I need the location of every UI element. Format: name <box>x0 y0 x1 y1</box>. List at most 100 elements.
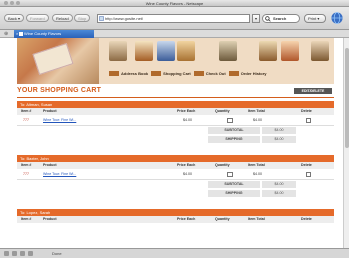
book-icon <box>219 41 237 61</box>
nav-label: Shopping Cart <box>163 70 191 76</box>
delete-checkbox[interactable] <box>306 172 311 177</box>
edit-cart-button[interactable]: EDIT/DELETE <box>294 88 332 94</box>
print-button[interactable]: Print ▾ <box>304 14 326 23</box>
nav-label: Order History <box>240 70 267 76</box>
item-total: $4.00 <box>253 118 262 122</box>
shopping-cart-icon <box>151 70 162 76</box>
col-item: Item # <box>21 217 32 221</box>
subtotal-row: SUBTOTAL $4.00 <box>17 180 334 189</box>
site-nav: Address Book Shopping Cart Check Out Ord… <box>109 70 267 77</box>
window-title: Wine County Flavors - Netscape <box>145 1 204 6</box>
delete-checkbox[interactable] <box>306 118 311 123</box>
recipient-section: To: Lopez, Sarah Item # Product Price Ea… <box>17 209 334 223</box>
fruit-icon <box>281 41 299 61</box>
nav-order-history[interactable]: Order History <box>228 70 267 76</box>
item-number: 777 <box>23 172 29 176</box>
column-header-row: Item # Product Price Each Quantity Item … <box>17 108 334 115</box>
nav-label: Check Out <box>205 70 226 76</box>
table-row: 777 Wine Tour: Fine Wi... $4.00 $4.00 <box>17 169 334 180</box>
vertical-scrollbar[interactable] <box>343 38 349 248</box>
address-icon[interactable] <box>20 251 25 256</box>
site-banner: Address Book Shopping Cart Check Out Ord… <box>17 38 334 84</box>
subtotal-label: SUBTOTAL <box>208 127 260 134</box>
nav-address-book[interactable]: Address Book <box>109 70 148 76</box>
url-text: http://www.gosite.net/ <box>105 16 144 21</box>
subtotal-value: $4.00 <box>262 181 296 188</box>
shipping-value: $4.00 <box>262 136 296 143</box>
composer-icon[interactable] <box>12 251 17 256</box>
check-out-icon <box>193 70 204 76</box>
gift-box-icon <box>259 41 277 61</box>
col-price: Price Each <box>177 109 196 113</box>
tab-bar: ⊕ × Wine County Flavors <box>0 30 349 38</box>
recipient-heading: To: Altman, Susan <box>17 101 334 108</box>
new-tab-icon[interactable]: ⊕ <box>4 30 8 38</box>
url-dropdown-button[interactable]: ▾ <box>252 14 260 23</box>
col-item-total: Item Total <box>248 109 265 113</box>
column-header-row: Item # Product Price Each Quantity Item … <box>17 216 334 223</box>
col-product: Product <box>43 109 57 113</box>
shipping-row: SHIPPING $4.00 <box>17 135 334 144</box>
col-item-total: Item Total <box>248 217 265 221</box>
hamper-icon <box>311 41 329 61</box>
browser-toolbar: Back ▾ Forward Reload Stop http://www.go… <box>0 7 349 30</box>
forward-label: Forward <box>30 16 45 21</box>
col-quantity: Quantity <box>215 217 230 221</box>
col-price: Price Each <box>177 163 196 167</box>
reload-button[interactable]: Reload <box>52 14 73 22</box>
product-link[interactable]: Wine Tour: Fine Wi... <box>43 169 76 180</box>
status-icons <box>4 251 33 256</box>
quantity-field[interactable] <box>227 172 233 177</box>
throbber-icon <box>331 12 343 24</box>
recipient-heading: To: Baxter, John <box>17 155 334 162</box>
shipping-label: SHIPPING <box>208 190 260 197</box>
page-title: YOUR SHOPPING CART <box>17 87 102 94</box>
quantity-field[interactable] <box>227 118 233 123</box>
cheese-icon <box>135 41 153 61</box>
window-titlebar: Wine County Flavors - Netscape <box>0 0 349 7</box>
product-link[interactable]: Wine Tour: Fine Wi... <box>43 115 76 126</box>
search-button[interactable]: Search <box>262 14 300 23</box>
col-product: Product <box>43 217 57 221</box>
col-delete: Delete <box>301 163 312 167</box>
page-icon <box>99 16 104 21</box>
stop-button[interactable]: Stop <box>74 14 91 22</box>
recipient-section: To: Altman, Susan Item # Product Price E… <box>17 101 334 144</box>
search-label: Search <box>273 16 287 21</box>
column-header-row: Item # Product Price Each Quantity Item … <box>17 162 334 169</box>
status-text: Done <box>52 251 62 256</box>
nav-label: Address Book <box>121 70 149 76</box>
tab-wine-county[interactable]: × Wine County Flavors <box>14 30 94 38</box>
window-controls[interactable] <box>4 1 20 5</box>
url-bar[interactable]: http://www.gosite.net/ <box>97 14 250 23</box>
recipient-heading: To: Lopez, Sarah <box>17 209 334 216</box>
shipping-value: $4.00 <box>262 190 296 197</box>
recipient-section: To: Baxter, John Item # Product Price Ea… <box>17 155 334 198</box>
scrollbar-thumb[interactable] <box>345 48 349 148</box>
title-divider <box>17 97 334 98</box>
gift-basket-icon <box>109 41 127 61</box>
order-history-icon <box>228 70 239 76</box>
col-product: Product <box>43 163 57 167</box>
back-button[interactable]: Back ▾ <box>4 14 25 22</box>
col-item: Item # <box>21 109 32 113</box>
col-quantity: Quantity <box>215 109 230 113</box>
nav-check-out[interactable]: Check Out <box>193 70 226 76</box>
nav-shopping-cart[interactable]: Shopping Cart <box>151 70 191 76</box>
jar-icon <box>177 41 195 61</box>
mail-icon[interactable] <box>4 251 9 256</box>
close-tab-icon[interactable]: × <box>16 30 18 38</box>
address-book-icon <box>109 70 119 76</box>
subtotal-row: SUBTOTAL $4.00 <box>17 126 334 135</box>
price-each: $4.00 <box>183 118 192 122</box>
table-row: 777 Wine Tour: Fine Wi... $4.00 $4.00 <box>17 115 334 126</box>
security-icon <box>28 251 33 256</box>
forward-button[interactable]: Forward <box>26 14 49 22</box>
page-content: Address Book Shopping Cart Check Out Ord… <box>0 38 343 248</box>
status-bar: Done <box>0 248 349 258</box>
col-quantity: Quantity <box>215 163 230 167</box>
wine-bottle-icon <box>157 41 175 61</box>
price-each: $4.00 <box>183 172 192 176</box>
banner-photo <box>17 38 99 84</box>
col-item: Item # <box>21 163 32 167</box>
